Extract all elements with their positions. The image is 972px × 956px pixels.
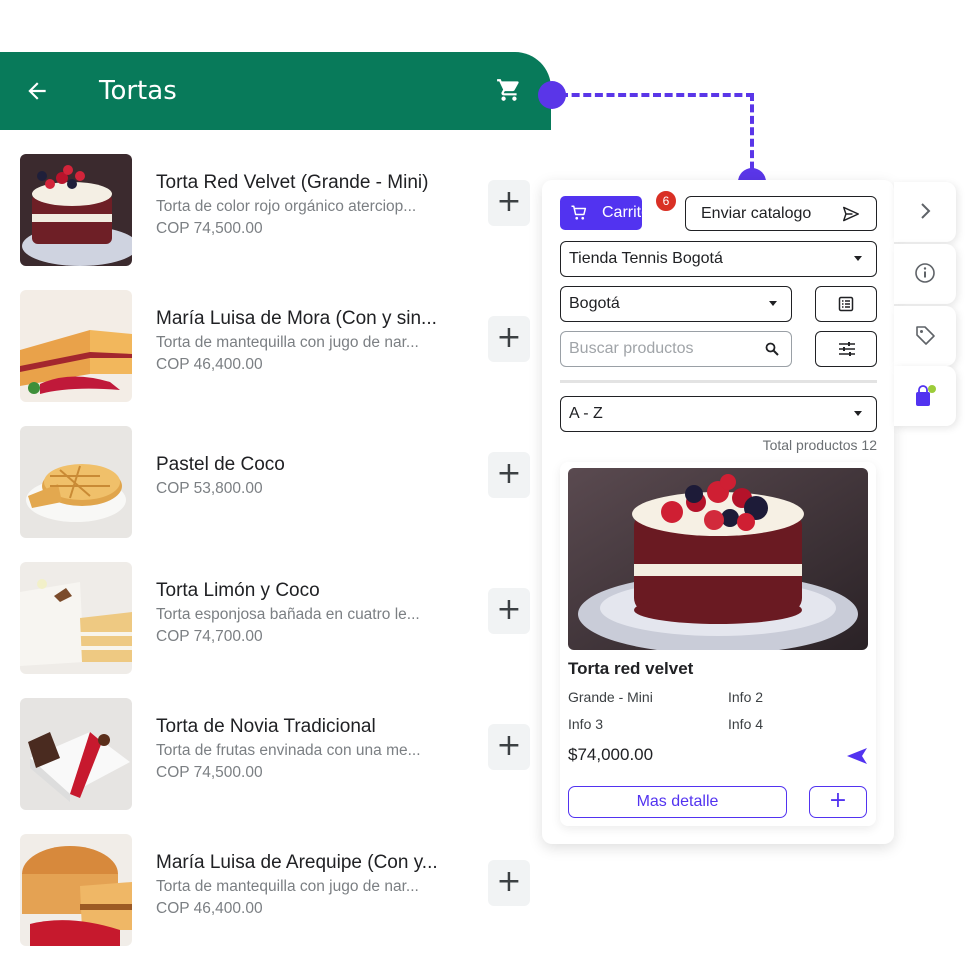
caret-down-icon (769, 301, 777, 306)
product-image (568, 468, 868, 650)
page-title: Tortas (99, 76, 177, 106)
add-product-button[interactable]: + (488, 860, 530, 906)
chevron-right-icon (921, 203, 931, 219)
product-info: Info 4 (728, 716, 764, 732)
shop-tab[interactable] (894, 366, 956, 426)
tags-tab[interactable] (894, 306, 956, 366)
cart-button-label: Carrito (602, 204, 651, 221)
side-tabs (894, 180, 958, 428)
shopping-cart-icon[interactable] (496, 77, 522, 103)
caret-down-icon (854, 411, 862, 416)
product-name: María Luisa de Mora (Con y sin... (156, 308, 437, 329)
product-description: Torta de color rojo orgánico aterciop... (156, 198, 417, 215)
send-icon (843, 206, 859, 222)
product-price: COP 46,400.00 (156, 900, 263, 917)
store-select-value: Tienda Tennis Bogotá (569, 250, 723, 267)
cart-button[interactable]: Carrito (560, 196, 650, 230)
product-name: Torta Red Velvet (Grande - Mini) (156, 172, 429, 193)
product-info: Info 2 (728, 689, 764, 705)
caret-down-icon (854, 256, 862, 261)
tag-icon (916, 326, 935, 345)
app-bar: Tortas (0, 52, 551, 130)
send-catalog-button[interactable]: Enviar catalogo (685, 196, 877, 231)
filter-button[interactable] (815, 331, 877, 367)
total-products: Total productos 12 (762, 437, 877, 453)
send-icon[interactable] (846, 747, 868, 765)
add-product-button[interactable]: + (488, 180, 530, 226)
product-description: Torta esponjosa bañada en cuatro le... (156, 606, 420, 623)
product-price: COP 46,400.00 (156, 356, 263, 373)
store-select[interactable]: Tienda Tennis Bogotá (560, 241, 877, 277)
send-catalog-label: Enviar catalogo (701, 205, 812, 222)
info-tab[interactable] (894, 244, 956, 304)
catalog-widget: Carrito 6 Enviar catalogo Tienda Tennis … (542, 180, 894, 844)
product-name: Torta Limón y Coco (156, 580, 320, 601)
sort-select-value: A - Z (569, 405, 603, 422)
product-price: $74,000.00 (568, 745, 654, 764)
product-description: Torta de mantequilla con jugo de nar... (156, 334, 419, 351)
product-description: Torta de mantequilla con jugo de nar... (156, 878, 419, 895)
product-image (20, 562, 132, 674)
list-view-button[interactable] (815, 286, 877, 322)
connector-line (560, 93, 754, 97)
product-name: María Luisa de Arequipe (Con y... (156, 852, 438, 873)
product-image (20, 426, 132, 538)
product-image (20, 154, 132, 266)
product-image (20, 834, 132, 946)
product-price: COP 74,500.00 (156, 220, 263, 237)
list-icon (838, 296, 854, 312)
cart-count-badge: 6 (655, 190, 677, 212)
more-details-button[interactable]: Mas detalle (568, 786, 787, 818)
product-image (20, 698, 132, 810)
product-price: COP 74,700.00 (156, 628, 263, 645)
product-price: COP 74,500.00 (156, 764, 263, 781)
product-info: Info 3 (568, 716, 604, 732)
add-product-button[interactable]: + (488, 724, 530, 770)
sort-select[interactable]: A - Z (560, 396, 877, 432)
product-image (20, 290, 132, 402)
divider (560, 380, 877, 383)
city-select[interactable]: Bogotá (560, 286, 792, 322)
add-to-cart-button[interactable]: + (809, 786, 867, 818)
product-price: COP 53,800.00 (156, 480, 263, 497)
add-product-button[interactable]: + (488, 316, 530, 362)
search-input[interactable]: Buscar productos (560, 331, 792, 367)
info-icon (915, 263, 935, 283)
add-product-button[interactable]: + (488, 452, 530, 498)
search-placeholder: Buscar productos (569, 340, 694, 357)
product-name: Torta de Novia Tradicional (156, 716, 376, 737)
list-item[interactable]: María Luisa de Mora (Con y sin... Torta … (0, 276, 551, 412)
list-item[interactable]: Torta Limón y Coco Torta esponjosa bañad… (0, 548, 551, 684)
list-item[interactable]: Torta de Novia Tradicional Torta de frut… (0, 684, 551, 820)
shopping-bag-icon (916, 385, 936, 406)
product-card[interactable]: Torta red velvet Grande - Mini Info 2 In… (560, 462, 876, 826)
search-icon (765, 342, 779, 356)
arrow-left-icon[interactable] (24, 78, 50, 104)
list-item[interactable]: Torta Red Velvet (Grande - Mini) Torta d… (0, 140, 551, 276)
cart-outline-icon (571, 205, 587, 220)
product-name: Pastel de Coco (156, 454, 285, 475)
add-product-button[interactable]: + (488, 588, 530, 634)
collapse-tab[interactable] (894, 182, 956, 242)
product-title: Torta red velvet (568, 659, 694, 678)
city-select-value: Bogotá (569, 295, 620, 312)
sliders-icon (839, 342, 855, 356)
list-item[interactable]: Pastel de Coco COP 53,800.00 + (0, 412, 551, 548)
list-item[interactable]: María Luisa de Arequipe (Con y... Torta … (0, 820, 551, 956)
product-info: Grande - Mini (568, 689, 653, 705)
product-description: Torta de frutas envinada con una me... (156, 742, 421, 759)
